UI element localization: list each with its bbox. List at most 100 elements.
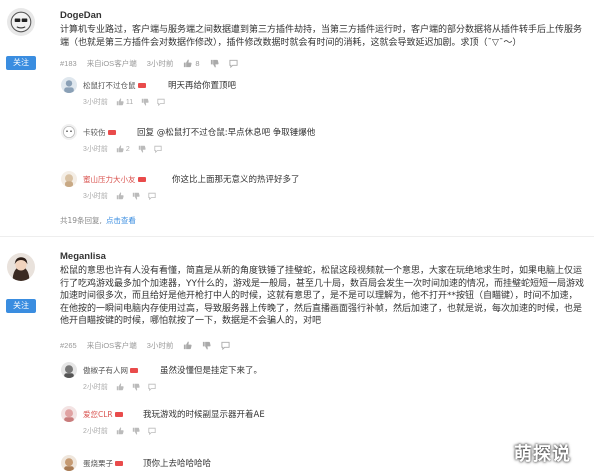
reply-bubble-icon xyxy=(228,59,238,68)
like-button[interactable]: 8 xyxy=(183,59,200,68)
comment-meta: #183 来自iOS客户端 3小时前 8 xyxy=(60,58,238,69)
dislike-button[interactable] xyxy=(132,192,140,200)
comment-text: 计算机专业路过，客户端与服务端之间数据遭到第三方插件劫持，当第三方插件运行时，客… xyxy=(60,25,583,48)
reply-button[interactable] xyxy=(228,59,238,68)
like-button[interactable]: 2 xyxy=(116,145,130,153)
thumbs-up-icon xyxy=(116,192,124,200)
reply-bubble-icon xyxy=(148,427,156,435)
timestamp: 2小时前 xyxy=(83,428,108,435)
level-badge-icon xyxy=(130,368,138,373)
floor-number: #265 xyxy=(60,341,77,350)
reply-bubble-icon xyxy=(148,383,156,391)
reply-meta: 2小时前 xyxy=(83,382,156,392)
follow-button[interactable]: 关注 xyxy=(6,299,36,313)
thumbs-down-icon xyxy=(132,427,140,435)
watermark-logo: 萌探说 xyxy=(514,444,571,465)
reply-count: 共19条回复, xyxy=(60,216,102,225)
dislike-button[interactable] xyxy=(138,145,146,153)
thumbs-down-icon xyxy=(138,145,146,153)
reply-username[interactable]: 蛋烧栗子 xyxy=(83,458,123,469)
timestamp: 3小时前 xyxy=(146,341,174,350)
reply-meta: 3小时前 11 xyxy=(83,97,165,107)
floor-number: #183 xyxy=(60,59,77,68)
like-button[interactable]: 11 xyxy=(116,98,133,106)
reply-username[interactable]: 爱您CLR xyxy=(83,409,123,420)
thumbs-down-icon xyxy=(132,192,140,200)
level-badge-icon xyxy=(137,83,146,88)
timestamp: 3小时前 xyxy=(146,59,174,68)
avatar[interactable] xyxy=(61,455,77,471)
like-button[interactable] xyxy=(116,383,124,391)
avatar[interactable] xyxy=(61,124,77,140)
avatar[interactable] xyxy=(61,406,77,422)
view-replies-link[interactable]: 点击查看 xyxy=(106,216,136,225)
avatar[interactable] xyxy=(61,171,77,187)
thumbs-up-icon xyxy=(184,59,192,68)
thumbs-down-icon xyxy=(141,98,149,106)
timestamp: 2小时前 xyxy=(83,384,108,391)
reply-bubble-icon xyxy=(221,341,230,350)
reply-meta: 3小时前 2 xyxy=(83,144,162,154)
timestamp: 3小时前 xyxy=(83,193,108,200)
thumbs-down-icon xyxy=(210,59,219,68)
reply-text: 回复 @松鼠打不过仓鼠:早点休息吧 争取锤爆他 xyxy=(137,128,316,138)
thumbs-up-icon xyxy=(184,341,192,350)
reply-username[interactable]: 卡较伤 xyxy=(83,127,116,138)
like-button[interactable] xyxy=(183,341,192,350)
like-button[interactable] xyxy=(116,427,124,435)
reply-button[interactable] xyxy=(148,427,156,435)
more-replies: 共19条回复, 点击查看 xyxy=(60,215,136,226)
reply-text: 你这比上面那无意义的热评好多了 xyxy=(172,175,300,185)
reply-meta: 3小时前 xyxy=(83,191,156,201)
reply-bubble-icon xyxy=(154,145,162,153)
reply-meta: 2小时前 xyxy=(83,426,156,436)
thumbs-up-icon xyxy=(116,98,124,106)
thumbs-up-icon xyxy=(116,427,124,435)
like-count: 2 xyxy=(125,145,130,153)
like-count: 8 xyxy=(195,59,200,68)
dislike-button[interactable] xyxy=(132,383,140,391)
timestamp: 3小时前 xyxy=(83,146,108,153)
reply-button[interactable] xyxy=(157,98,165,106)
divider xyxy=(0,236,594,237)
reply-username[interactable]: 松鼠打不过仓鼠 xyxy=(83,80,146,91)
reply-text: 顶你上去哈哈哈哈 xyxy=(143,459,212,469)
reply-button[interactable] xyxy=(221,341,230,350)
level-badge-icon xyxy=(115,461,123,466)
avatar[interactable] xyxy=(7,253,35,281)
thumbs-up-icon xyxy=(116,383,124,391)
reply-bubble-icon xyxy=(157,98,165,106)
like-button[interactable] xyxy=(116,192,124,200)
level-badge-icon xyxy=(107,130,116,135)
reply-username[interactable]: 傲椒子有人网 xyxy=(83,365,138,376)
username[interactable]: DogeDan xyxy=(60,10,102,21)
reply-button[interactable] xyxy=(148,192,156,200)
timestamp: 3小时前 xyxy=(83,99,108,106)
thumbs-down-icon xyxy=(203,341,211,350)
level-badge-icon xyxy=(137,177,146,182)
reply-button[interactable] xyxy=(154,145,162,153)
device-label: 来自iOS客户端 xyxy=(86,59,137,68)
level-badge-icon xyxy=(114,412,123,417)
reply-text: 我玩游戏的时候副显示器开着AE xyxy=(143,410,265,420)
reply-button[interactable] xyxy=(148,383,156,391)
dislike-button[interactable] xyxy=(141,98,149,106)
username[interactable]: Meganlisa xyxy=(60,251,106,262)
comment-text: 松鼠的意思也许有人没有看懂，简直是从新的角度铁锤了挂璧蛇，松鼠这段视频就一个意思… xyxy=(60,266,584,326)
reply-username[interactable]: 蜜山压力大小友 xyxy=(83,174,146,185)
dislike-button[interactable] xyxy=(210,59,219,68)
like-count: 11 xyxy=(125,98,134,106)
follow-button[interactable]: 关注 xyxy=(6,56,36,70)
dislike-button[interactable] xyxy=(132,427,140,435)
device-label: 来自iOS客户端 xyxy=(86,341,137,350)
avatar[interactable] xyxy=(61,77,77,93)
reply-text: 明天再给你置顶吧 xyxy=(168,81,237,91)
comment-meta: #265 来自iOS客户端 3小时前 xyxy=(60,340,230,351)
avatar[interactable] xyxy=(61,362,77,378)
dislike-button[interactable] xyxy=(202,341,211,350)
reply-text: 虽然没懂但是挂定下来了。 xyxy=(160,366,263,376)
thumbs-up-icon xyxy=(116,145,124,153)
avatar[interactable] xyxy=(7,8,35,36)
reply-bubble-icon xyxy=(148,192,156,200)
thumbs-down-icon xyxy=(132,383,140,391)
